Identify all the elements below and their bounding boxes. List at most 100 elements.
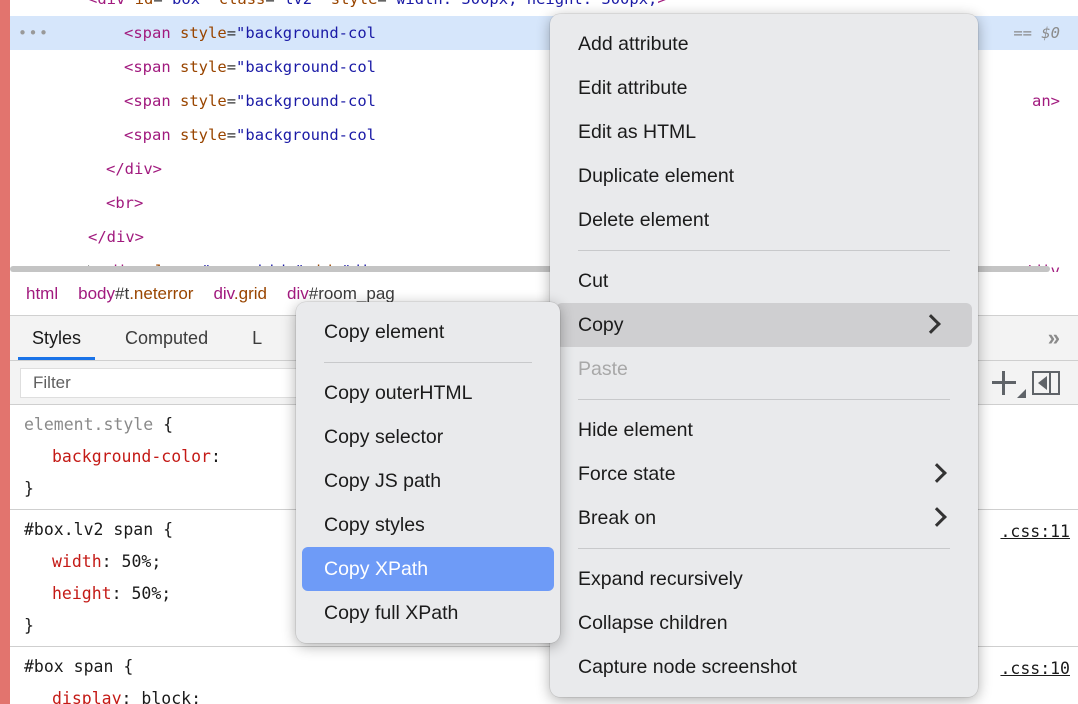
dom-token-tag: span bbox=[133, 92, 170, 110]
dom-row-text: <span style="background-col bbox=[10, 84, 376, 118]
menu-item-label: Copy selector bbox=[324, 415, 526, 459]
dom-context-menu-item-hide-element[interactable]: Hide element bbox=[550, 408, 978, 452]
dom-token-punc: > bbox=[657, 0, 666, 8]
dom-token-attr: class bbox=[219, 0, 266, 8]
css-property-value[interactable]: 50%; bbox=[112, 552, 162, 571]
dom-token-plain bbox=[171, 92, 180, 110]
dom-row-text: <span style="background-col bbox=[10, 50, 376, 84]
dom-context-menu-item-add-attribute[interactable]: Add attribute bbox=[550, 22, 978, 66]
dom-token-punc: > bbox=[135, 228, 144, 246]
dom-token-attr: style bbox=[331, 0, 378, 8]
dom-token-plain: = bbox=[153, 0, 162, 8]
dom-context-menu-item-edit-attribute[interactable]: Edit attribute bbox=[550, 66, 978, 110]
css-property-name[interactable]: display bbox=[52, 689, 122, 704]
dom-token-punc: > bbox=[134, 194, 143, 212]
dom-token-punc: </ bbox=[88, 228, 107, 246]
dom-token-attr: style bbox=[180, 24, 227, 42]
dom-token-punc: < bbox=[124, 24, 133, 42]
breadcrumb-tag: html bbox=[26, 284, 58, 303]
css-rule-origin-link[interactable]: .css:11 bbox=[1000, 516, 1070, 548]
menu-item-label: Copy element bbox=[324, 310, 526, 354]
menu-item-label: Delete element bbox=[578, 198, 944, 242]
dom-token-plain: = bbox=[265, 0, 274, 8]
breadcrumb-item[interactable]: div#room_pag bbox=[287, 284, 395, 304]
copy-submenu-item-copy-selector[interactable]: Copy selector bbox=[296, 415, 560, 459]
dom-token-plain: = bbox=[227, 92, 236, 110]
copy-submenu[interactable]: Copy elementCopy outerHTMLCopy selectorC… bbox=[296, 302, 560, 643]
menu-item-label: Expand recursively bbox=[578, 557, 944, 601]
menu-item-label: Duplicate element bbox=[578, 154, 944, 198]
dom-token-tag: div bbox=[107, 228, 135, 246]
copy-submenu-item-copy-outerhtml[interactable]: Copy outerHTML bbox=[296, 371, 560, 415]
menu-item-label: Add attribute bbox=[578, 22, 944, 66]
dom-row-ellipsis-icon[interactable]: ••• bbox=[18, 16, 50, 50]
dom-context-menu-separator bbox=[578, 399, 950, 400]
dom-row-text: <span style="background-col bbox=[10, 118, 376, 152]
dom-context-menu-item-capture-node-screenshot[interactable]: Capture node screenshot bbox=[550, 645, 978, 689]
menu-item-label: Copy styles bbox=[324, 503, 526, 547]
css-property-name[interactable]: height bbox=[52, 584, 112, 603]
css-open-brace: { bbox=[113, 657, 133, 676]
menu-item-label: Paste bbox=[578, 347, 944, 391]
dom-context-menu[interactable]: Add attributeEdit attributeEdit as HTMLD… bbox=[550, 14, 978, 697]
dom-context-menu-item-delete-element[interactable]: Delete element bbox=[550, 198, 978, 242]
copy-submenu-item-copy-xpath[interactable]: Copy XPath bbox=[302, 547, 554, 591]
dom-token-plain bbox=[171, 126, 180, 144]
dom-context-menu-separator bbox=[578, 250, 950, 251]
breadcrumb-item[interactable]: div.grid bbox=[213, 284, 267, 304]
dom-context-menu-item-force-state[interactable]: Force state bbox=[550, 452, 978, 496]
dom-context-menu-item-expand-recursively[interactable]: Expand recursively bbox=[550, 557, 978, 601]
menu-item-label: Cut bbox=[578, 259, 944, 303]
dom-token-punc: < bbox=[124, 58, 133, 76]
css-property-name[interactable]: width bbox=[52, 552, 102, 571]
copy-submenu-item-copy-styles[interactable]: Copy styles bbox=[296, 503, 560, 547]
dom-context-menu-separator bbox=[578, 548, 950, 549]
css-property-name[interactable]: background-color bbox=[52, 447, 211, 466]
menu-item-label: Break on bbox=[578, 496, 926, 540]
dom-token-attr: id bbox=[135, 0, 154, 8]
dom-row-text: <br> bbox=[10, 186, 143, 220]
dom-context-menu-item-cut[interactable]: Cut bbox=[550, 259, 978, 303]
tab-styles[interactable]: Styles bbox=[10, 316, 103, 360]
css-selector[interactable]: #box span bbox=[24, 657, 113, 676]
css-property-value[interactable]: 50%; bbox=[122, 584, 172, 603]
menu-item-label: Copy outerHTML bbox=[324, 371, 526, 415]
menu-item-label: Edit attribute bbox=[578, 66, 944, 110]
dom-token-plain bbox=[209, 0, 218, 8]
tab-l[interactable]: L bbox=[230, 316, 284, 360]
dom-token-val: "box" bbox=[163, 0, 210, 8]
menu-item-label: Copy XPath bbox=[324, 547, 520, 591]
styles-filter-actions bbox=[974, 370, 1068, 396]
breadcrumb-tag: div bbox=[287, 284, 309, 303]
dom-context-menu-item-collapse-children[interactable]: Collapse children bbox=[550, 601, 978, 645]
dom-context-menu-item-copy[interactable]: Copy bbox=[556, 303, 972, 347]
toggle-sidebar-icon[interactable] bbox=[1032, 371, 1060, 395]
dom-token-attr: style bbox=[180, 92, 227, 110]
dom-context-menu-item-duplicate-element[interactable]: Duplicate element bbox=[550, 154, 978, 198]
dom-token-plain bbox=[171, 24, 180, 42]
tab-computed[interactable]: Computed bbox=[103, 316, 230, 360]
css-selector[interactable]: #box.lv2 span bbox=[24, 520, 153, 539]
devtools-screenshot: <div id="box" class="lv2" style="width: … bbox=[0, 0, 1078, 704]
dom-token-punc: < bbox=[124, 92, 133, 110]
dom-token-tag: span bbox=[133, 126, 170, 144]
menu-item-label: Copy bbox=[578, 303, 920, 347]
dom-token-plain: = bbox=[227, 58, 236, 76]
breadcrumb-item[interactable]: body#t.neterror bbox=[78, 284, 193, 304]
dom-context-menu-item-edit-as-html[interactable]: Edit as HTML bbox=[550, 110, 978, 154]
copy-submenu-item-copy-js-path[interactable]: Copy JS path bbox=[296, 459, 560, 503]
dom-token-plain bbox=[125, 0, 134, 8]
breadcrumb-tag: div bbox=[213, 284, 233, 303]
tab-label: L bbox=[252, 328, 262, 349]
tab-label: Computed bbox=[125, 328, 208, 349]
css-selector[interactable]: element.style bbox=[24, 415, 153, 434]
dom-token-attr: style bbox=[180, 58, 227, 76]
new-style-rule-icon[interactable] bbox=[992, 370, 1018, 396]
copy-submenu-item-copy-full-xpath[interactable]: Copy full XPath bbox=[296, 591, 560, 635]
copy-submenu-item-copy-element[interactable]: Copy element bbox=[296, 310, 560, 354]
dom-context-menu-item-break-on[interactable]: Break on bbox=[550, 496, 978, 540]
breadcrumb-item[interactable]: html bbox=[26, 284, 58, 304]
css-rule-origin-link[interactable]: .css:10 bbox=[1000, 653, 1070, 685]
more-tabs-icon[interactable]: » bbox=[1030, 316, 1078, 360]
css-property-value[interactable]: block; bbox=[131, 689, 201, 704]
